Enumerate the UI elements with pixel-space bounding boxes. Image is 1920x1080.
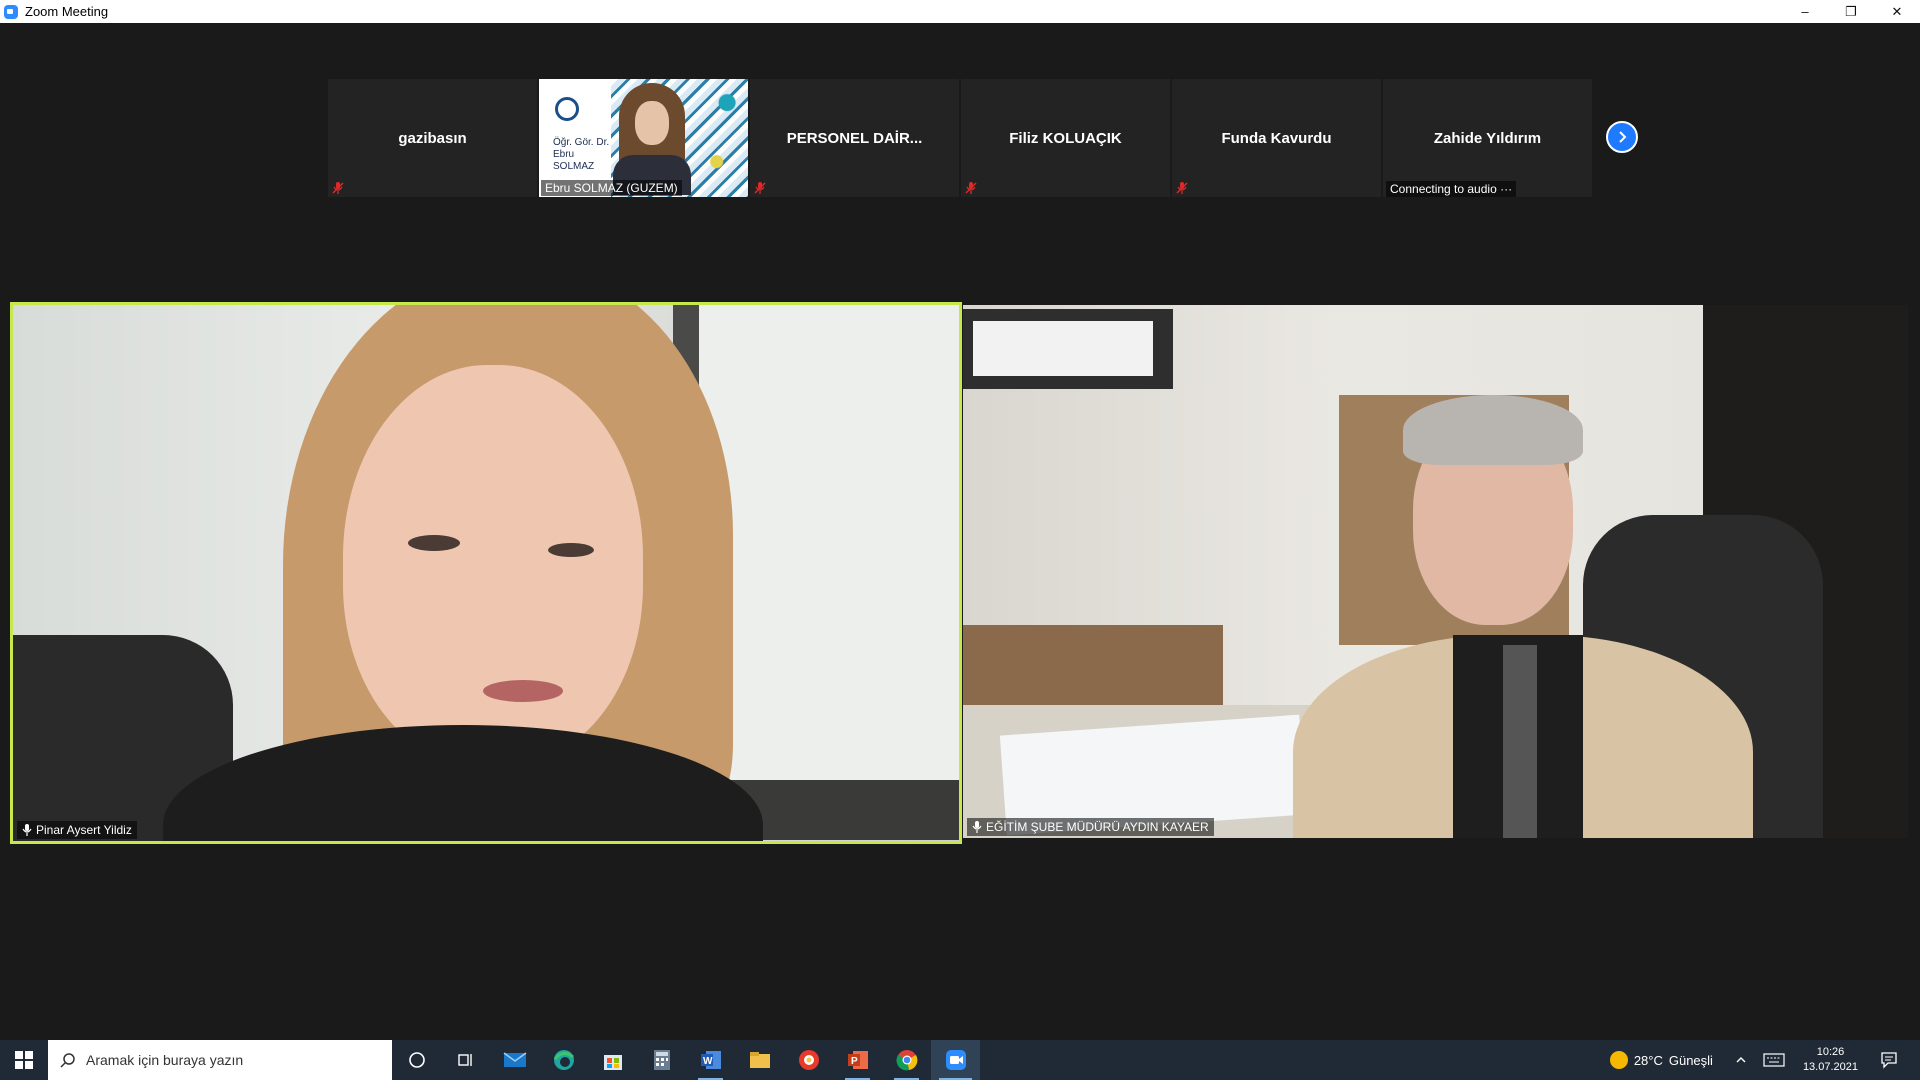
store-app[interactable] bbox=[588, 1040, 637, 1080]
file-explorer-icon bbox=[749, 1052, 770, 1068]
search-placeholder: Aramak için buraya yazın bbox=[86, 1052, 244, 1068]
task-view-icon bbox=[457, 1054, 472, 1066]
participant-name: Ebru SOLMAZ (GUZEM) bbox=[541, 180, 682, 196]
video-feed bbox=[963, 305, 1908, 838]
mail-app[interactable] bbox=[490, 1040, 539, 1080]
chevron-up-icon[interactable] bbox=[1735, 1054, 1747, 1066]
cortana-icon bbox=[408, 1052, 425, 1068]
zoom-icon bbox=[945, 1050, 966, 1070]
participant-name: Filiz KOLUAÇIK bbox=[1009, 129, 1122, 147]
title-bar: Zoom Meeting – ❐ ✕ bbox=[0, 0, 1920, 23]
svg-text:P: P bbox=[851, 1056, 858, 1067]
taskbar-search-box[interactable]: Aramak için buraya yazın bbox=[48, 1040, 392, 1080]
muted-mic-icon bbox=[332, 182, 344, 194]
zoom-app[interactable] bbox=[931, 1040, 980, 1080]
task-view-button[interactable] bbox=[441, 1040, 490, 1080]
sun-icon bbox=[1609, 1051, 1628, 1069]
calculator-app[interactable] bbox=[637, 1040, 686, 1080]
muted-mic-icon bbox=[754, 182, 766, 194]
clock-date: 13.07.2021 bbox=[1802, 1061, 1858, 1073]
university-logo-icon bbox=[555, 97, 579, 121]
acrobat-icon bbox=[798, 1050, 819, 1070]
participant-name: Pinar Aysert Yildiz bbox=[36, 823, 132, 837]
participant-name: gazibasın bbox=[398, 129, 467, 147]
participant-tile[interactable]: PERSONEL DAİR... bbox=[750, 79, 959, 197]
video-feed bbox=[13, 305, 959, 841]
window-controls: – ❐ ✕ bbox=[1782, 0, 1920, 23]
calculator-icon bbox=[653, 1050, 670, 1070]
chevron-right-icon bbox=[1619, 131, 1627, 143]
mail-icon bbox=[503, 1052, 526, 1067]
next-page-button[interactable] bbox=[1606, 121, 1638, 153]
participant-video[interactable]: EĞİTİM ŞUBE MÜDÜRÜ AYDIN KAYAER bbox=[963, 305, 1908, 838]
mic-icon bbox=[972, 821, 982, 833]
participant-name: Funda Kavurdu bbox=[1221, 129, 1332, 147]
svg-text:W: W bbox=[703, 1056, 713, 1067]
taskbar-clock[interactable]: 10:26 13.07.2021 bbox=[1803, 1045, 1858, 1075]
start-button[interactable] bbox=[0, 1040, 48, 1080]
participant-strip: gazibasın Öğr. Gör. Dr. Ebru SOLMAZ Ebru… bbox=[328, 79, 1592, 197]
mic-icon bbox=[22, 824, 32, 836]
word-app[interactable]: W bbox=[686, 1040, 735, 1080]
chrome-app[interactable] bbox=[882, 1040, 931, 1080]
participant-name-bar: Pinar Aysert Yildiz bbox=[17, 821, 137, 839]
edge-icon bbox=[553, 1050, 574, 1070]
powerpoint-app[interactable]: P bbox=[833, 1040, 882, 1080]
acrobat-app[interactable] bbox=[784, 1040, 833, 1080]
audio-status: Connecting to audio ··· bbox=[1386, 181, 1517, 197]
zoom-app-icon bbox=[4, 4, 18, 19]
word-icon: W bbox=[700, 1051, 721, 1069]
close-button[interactable]: ✕ bbox=[1874, 0, 1920, 23]
participant-name: Zahide Yıldırım bbox=[1433, 129, 1542, 147]
participant-video bbox=[613, 83, 691, 195]
store-icon bbox=[603, 1055, 622, 1070]
slide-text-line: Öğr. Gör. Dr. bbox=[553, 137, 610, 148]
participant-tile[interactable]: gazibasın bbox=[328, 79, 537, 197]
system-tray: 28°C Güneşli 10:26 13.07.2021 bbox=[1609, 1040, 1920, 1080]
edge-app[interactable] bbox=[539, 1040, 588, 1080]
participant-name: PERSONEL DAİR... bbox=[786, 129, 923, 147]
slide-text-line: Ebru bbox=[553, 149, 575, 160]
active-speaker-video[interactable]: Pinar Aysert Yildiz bbox=[10, 302, 962, 844]
file-explorer-app[interactable] bbox=[735, 1040, 784, 1080]
participant-tile[interactable]: Zahide Yıldırım Connecting to audio ··· bbox=[1383, 79, 1592, 197]
clock-time: 10:26 bbox=[1816, 1046, 1845, 1058]
windows-logo-icon bbox=[15, 1051, 33, 1069]
chrome-icon bbox=[895, 1050, 917, 1071]
slide-text-line: SOLMAZ bbox=[553, 161, 595, 172]
meeting-stage: gazibasın Öğr. Gör. Dr. Ebru SOLMAZ Ebru… bbox=[0, 23, 1920, 1040]
keyboard-icon[interactable] bbox=[1763, 1053, 1785, 1067]
participant-name-bar: EĞİTİM ŞUBE MÜDÜRÜ AYDIN KAYAER bbox=[967, 818, 1214, 836]
participant-name: EĞİTİM ŞUBE MÜDÜRÜ AYDIN KAYAER bbox=[986, 820, 1209, 834]
muted-mic-icon bbox=[1176, 182, 1188, 194]
search-icon bbox=[60, 1053, 75, 1068]
powerpoint-icon: P bbox=[847, 1051, 868, 1069]
participant-video-tile[interactable]: Öğr. Gör. Dr. Ebru SOLMAZ Ebru SOLMAZ (G… bbox=[539, 79, 748, 197]
muted-mic-icon bbox=[965, 182, 977, 194]
notifications-icon[interactable] bbox=[1880, 1051, 1898, 1069]
participant-tile[interactable]: Funda Kavurdu bbox=[1172, 79, 1381, 197]
windows-taskbar: Aramak için buraya yazın W P 28°C Güneşl… bbox=[0, 1040, 1920, 1080]
participant-tile[interactable]: Filiz KOLUAÇIK bbox=[961, 79, 1170, 197]
weather-condition: Güneşli bbox=[1668, 1052, 1713, 1068]
window-title: Zoom Meeting bbox=[25, 4, 109, 19]
weather-widget[interactable]: 28°C Güneşli bbox=[1609, 1051, 1713, 1069]
minimize-button[interactable]: – bbox=[1782, 0, 1828, 23]
restore-button[interactable]: ❐ bbox=[1828, 0, 1874, 23]
weather-temp: 28°C bbox=[1633, 1052, 1663, 1068]
cortana-button[interactable] bbox=[392, 1040, 441, 1080]
